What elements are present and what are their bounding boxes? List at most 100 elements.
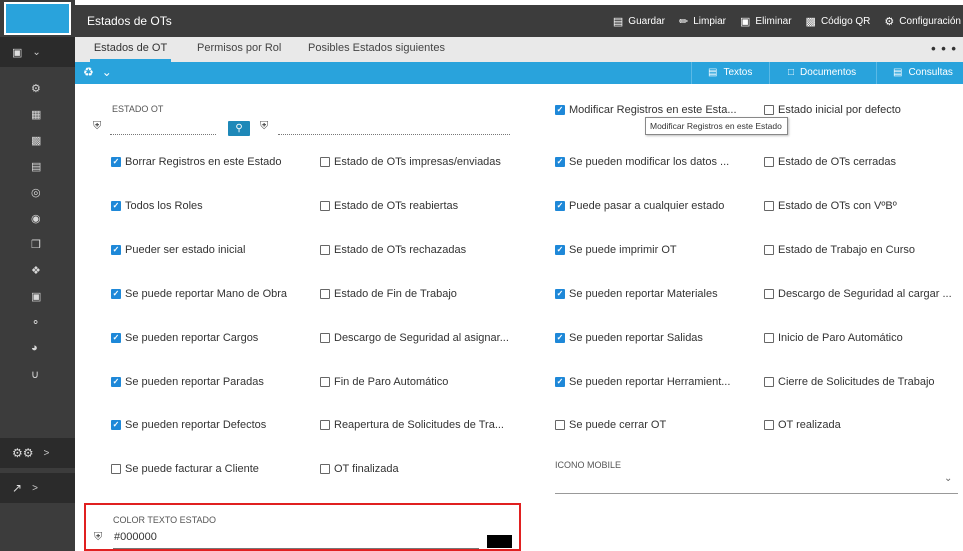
icono-mobile-label: ICONO MOBILE: [555, 460, 622, 470]
sidebar-group-reports[interactable]: ↗ >: [0, 473, 75, 503]
search-button[interactable]: ⚲: [228, 121, 250, 136]
checkbox-fin-de-trabajo[interactable]: Estado de Fin de Trabajo: [320, 288, 457, 300]
checkbox-unchecked-icon: [764, 289, 774, 299]
consultas-button[interactable]: ▤ Consultas: [893, 62, 953, 84]
checkbox-unchecked-icon: [764, 377, 774, 387]
qr-code-button[interactable]: ▩ Código QR: [806, 15, 871, 28]
magnet-icon[interactable]: ∪: [0, 361, 75, 387]
checkbox-ots-rechazadas[interactable]: Estado de OTs rechazadas: [320, 244, 466, 256]
target-icon[interactable]: ◉: [0, 205, 75, 231]
checkbox-facturar-cliente[interactable]: Se puede facturar a Cliente: [111, 463, 259, 475]
icono-mobile-select[interactable]: [555, 493, 958, 494]
page-title: Estados de OTs: [87, 14, 172, 28]
color-texto-section: COLOR TEXTO ESTADO ⛨ #000000: [84, 503, 521, 551]
estado-ot-description-input[interactable]: [278, 134, 510, 135]
checkbox-estado-inicial[interactable]: ✓ Pueder ser estado inicial: [111, 244, 245, 256]
eraser-icon: ✏: [678, 15, 689, 28]
checkbox-cerrar-ot[interactable]: Se puede cerrar OT: [555, 419, 666, 431]
tooltip: Modificar Registros en este Estado: [645, 117, 788, 135]
checkbox-salidas[interactable]: ✓ Se pueden reportar Salidas: [555, 332, 703, 344]
chevron-down-icon[interactable]: ⌄: [944, 473, 952, 484]
documentos-button[interactable]: □ Documentos: [788, 62, 856, 84]
checkbox-checked-icon: ✓: [555, 201, 565, 211]
globe-icon[interactable]: ◎: [0, 179, 75, 205]
checkbox-checked-icon: ✓: [111, 289, 121, 299]
toolbar: ▤ Guardar ✏ Limpiar ▣ Eliminar ▩ Código QR ⚙…: [613, 5, 963, 37]
checkbox-checked-icon: ✓: [555, 377, 565, 387]
save-button[interactable]: ▤ Guardar: [613, 15, 665, 28]
checkbox-paradas[interactable]: ✓ Se pueden reportar Paradas: [111, 376, 264, 388]
sidebar-group-settings[interactable]: ⚙⚙ >: [0, 438, 75, 468]
tab-posibles-estados-siguientes[interactable]: Posibles Estados siguientes: [308, 37, 445, 62]
checkbox-ots-impresas[interactable]: Estado de OTs impresas/enviadas: [320, 156, 501, 168]
more-options-icon[interactable]: • • •: [931, 41, 957, 56]
chevron-right-icon: >: [43, 447, 50, 459]
checkbox-ots-reabiertas[interactable]: Estado de OTs reabiertas: [320, 200, 458, 212]
app-logo[interactable]: [4, 2, 71, 35]
checkbox-herramientas[interactable]: ✓ Se pueden reportar Herramient...: [555, 376, 730, 388]
color-texto-input[interactable]: #000000: [114, 531, 157, 543]
checkbox-fin-paro[interactable]: Fin de Paro Automático: [320, 376, 448, 388]
checkbox-reapertura-solicitudes[interactable]: Reapertura de Solicitudes de Tra...: [320, 419, 504, 431]
cart-icon[interactable]: ❒: [0, 231, 75, 257]
tab-permisos-por-rol[interactable]: Permisos por Rol: [197, 37, 281, 62]
checkbox-trabajo-en-curso[interactable]: Estado de Trabajo en Curso: [764, 244, 915, 256]
checkbox-unchecked-icon: [111, 464, 121, 474]
checkbox-unchecked-icon: [320, 333, 330, 343]
sidebar-menu-toggle[interactable]: ▣ ⌄: [0, 37, 75, 67]
color-swatch[interactable]: [487, 535, 512, 548]
chevron-down-icon: ⌄: [101, 65, 112, 79]
checkbox-ots-cerradas[interactable]: Estado de OTs cerradas: [764, 156, 896, 168]
checkbox-descargo-asignar[interactable]: Descargo de Seguridad al asignar...: [320, 332, 509, 344]
shield-icon: ⛨: [260, 120, 269, 132]
clear-button[interactable]: ✏ Limpiar: [679, 15, 726, 28]
checkbox-cargos[interactable]: ✓ Se pueden reportar Cargos: [111, 332, 258, 344]
checkbox-cierre-solicitudes[interactable]: Cierre de Solicitudes de Trabajo: [764, 376, 935, 388]
checkbox-ot-finalizada[interactable]: OT finalizada: [320, 463, 399, 475]
box-icon[interactable]: ▣: [0, 283, 75, 309]
separator: [876, 62, 877, 84]
checkbox-unchecked-icon: [320, 201, 330, 211]
checkbox-unchecked-icon: [320, 420, 330, 430]
checkbox-defectos[interactable]: ✓ Se pueden reportar Defectos: [111, 419, 266, 431]
checkbox-unchecked-icon: [764, 105, 774, 115]
tools-icon[interactable]: ❖: [0, 257, 75, 283]
checkbox-descargo-cargar[interactable]: Descargo de Seguridad al cargar ...: [764, 288, 952, 300]
tab-estados-de-ot[interactable]: Estados de OT: [90, 37, 171, 62]
checkbox-modificar-registros[interactable]: ✓ Modificar Registros en este Esta...: [555, 104, 737, 116]
text-file-icon: ▤: [708, 67, 718, 78]
checkbox-estado-inicial-defecto[interactable]: Estado inicial por defecto: [764, 104, 901, 116]
lock-refresh-icon: ♻: [83, 65, 94, 79]
textos-button[interactable]: ▤ Textos: [708, 62, 752, 84]
checkbox-borrar-registros[interactable]: ✓ Borrar Registros en este Estado: [111, 156, 282, 168]
clipboard-icon[interactable]: ▤: [0, 153, 75, 179]
checkbox-todos-los-roles[interactable]: ✓ Todos los Roles: [111, 200, 203, 212]
configuration-button[interactable]: ⚙ Configuración: [884, 15, 961, 28]
checkbox-unchecked-icon: [764, 420, 774, 430]
estado-ot-input[interactable]: [110, 134, 216, 135]
checkbox-modificar-datos[interactable]: ✓ Se pueden modificar los datos ...: [555, 156, 729, 168]
gear-icon[interactable]: ⚙: [0, 75, 75, 101]
separator: [691, 62, 692, 84]
record-menu[interactable]: ♻ ⌄: [83, 65, 112, 79]
save-icon: ▤: [612, 15, 624, 28]
checkbox-ot-realizada[interactable]: OT realizada: [764, 419, 841, 431]
checkbox-mano-de-obra[interactable]: ✓ Se puede reportar Mano de Obra: [111, 288, 287, 300]
checkbox-ots-vobo[interactable]: Estado de OTs con VºBº: [764, 200, 897, 212]
dashboard-icon[interactable]: ▦: [0, 101, 75, 127]
checkbox-inicio-paro[interactable]: Inicio de Paro Automático: [764, 332, 903, 344]
action-bar: ♻ ⌄ ▤ Textos □ Documentos ▤ Consultas: [75, 62, 963, 84]
checkbox-materiales[interactable]: ✓ Se pueden reportar Materiales: [555, 288, 718, 300]
gauge-icon[interactable]: ◕: [0, 335, 75, 361]
key-icon[interactable]: ⚬: [0, 309, 75, 335]
delete-button[interactable]: ▣ Eliminar: [740, 15, 792, 28]
checkbox-checked-icon: ✓: [555, 289, 565, 299]
calendar-icon[interactable]: ▩: [0, 127, 75, 153]
chevron-right-icon: >: [32, 482, 38, 494]
shield-icon: ⛨: [94, 531, 103, 543]
checkbox-imprimir-ot[interactable]: ✓ Se puede imprimir OT: [555, 244, 677, 256]
checkbox-checked-icon: ✓: [111, 157, 121, 167]
checkbox-unchecked-icon: [764, 201, 774, 211]
checkbox-unchecked-icon: [764, 245, 774, 255]
checkbox-cualquier-estado[interactable]: ✓ Puede pasar a cualquier estado: [555, 200, 724, 212]
